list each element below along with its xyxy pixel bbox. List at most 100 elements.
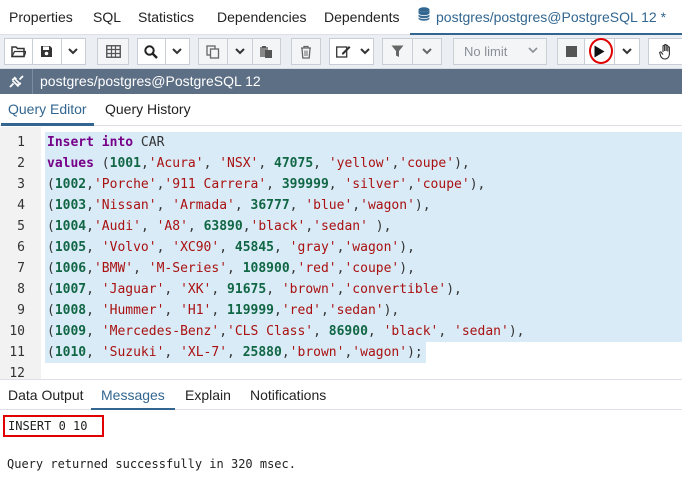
tab-statistics[interactable]: Statistics [138,0,194,35]
output-tab-bar: Data Output Messages Explain Notificatio… [0,379,682,411]
filter-button[interactable] [383,39,412,64]
edit-icon [336,46,351,58]
connection-bar: postgres/postgres@PostgreSQL 12 [0,69,682,94]
query-success-message: Query returned successfully in 320 msec. [7,457,296,471]
execute-button-group [557,38,640,65]
line-number: 3 [17,177,25,192]
stop-icon [565,46,577,57]
line-number: 4 [17,198,25,213]
line-number: 1 [17,135,25,150]
copy-icon [206,44,220,59]
editor-line[interactable]: 7 (1006,'BMW', 'M-Series', 108900,'red','… [0,258,682,279]
tab-data-output[interactable]: Data Output [8,380,84,410]
save-dropdown-button[interactable] [62,39,85,64]
row-limit-value: No limit [464,44,508,59]
code-text: (1010, 'Suzuki', 'XL-7', 25880,'brown','… [47,345,423,360]
code-text: (1008, 'Hummer', 'H1', 119999,'red','sed… [47,303,400,318]
chevron-down-icon [422,48,432,55]
tab-messages[interactable]: Messages [91,380,175,411]
editor-line[interactable]: 6 (1005, 'Volvo', 'XC90', 45845, 'gray','… [0,237,682,258]
code-text: (1006,'BMW', 'M-Series', 108900,'red','c… [47,261,415,276]
stop-button[interactable] [558,39,585,64]
execute-dropdown-button[interactable] [615,39,639,64]
chevron-down-icon [235,48,245,55]
chevron-down-icon [359,48,370,55]
editor-line[interactable]: 4 (1003,'Nissan', 'Armada', 36777, 'blue'… [0,195,682,216]
code-text: Insert into CAR [47,135,165,150]
line-number: 8 [17,282,25,297]
editor-line[interactable]: 1 Insert into CAR [0,132,682,153]
filter-icon [391,45,404,57]
editor-line[interactable]: 3 (1002,'Porche','911 Carrera', 399999, '… [0,174,682,195]
tab-properties[interactable]: Properties [9,0,73,35]
chevron-down-icon [622,48,632,55]
tab-notifications[interactable]: Notifications [250,380,326,410]
panel-tab-bar: Properties SQL Statistics Dependencies D… [0,0,682,36]
copy-dropdown-button[interactable] [228,39,251,64]
code-text: (1005, 'Volvo', 'XC90', 45845, 'gray','w… [47,240,415,255]
query-toolbar: No limit [0,35,682,69]
edit-dropdown-button[interactable] [357,39,373,64]
grid-button[interactable] [97,38,129,65]
save-button[interactable] [33,39,60,64]
macros-button[interactable] [648,38,682,65]
line-number: 9 [17,303,25,318]
code-text: (1003,'Nissan', 'Armada', 36777, 'blue',… [47,198,431,213]
open-file-icon [11,46,27,58]
filter-dropdown-button[interactable] [413,39,441,64]
copy-button[interactable] [199,39,227,64]
sql-editor[interactable]: 1 Insert into CAR 2 values (1001,'Acura', '… [0,127,682,381]
trash-icon [301,45,311,59]
tab-query-tool[interactable]: postgres/postgres@PostgreSQL 12 * [409,0,682,36]
play-icon [594,45,605,58]
chevron-down-icon [172,48,183,55]
code-text: values (1001,'Acura', 'NSX', 47075, 'yel… [47,156,470,171]
editor-line[interactable]: 2 values (1001,'Acura', 'NSX', 47075, 'ye… [0,153,682,174]
editor-line[interactable]: 10 (1009, 'Mercedes-Benz','CLS Class', 86… [0,321,682,342]
line-number: 10 [9,324,25,339]
find-button-group [137,38,190,65]
find-dropdown-button[interactable] [166,39,189,64]
tab-query-editor[interactable]: Query Editor [1,94,94,126]
open-file-button[interactable] [5,39,32,64]
clipboard-button-group [198,38,281,65]
database-icon [418,0,430,34]
messages-panel: INSERT 0 10 Query returned successfully … [0,410,682,492]
chevron-down-icon [528,47,538,54]
editor-tab-bar: Query Editor Query History [0,94,682,126]
paste-button[interactable] [253,39,280,64]
insert-result-message: INSERT 0 10 [3,415,104,437]
file-button-group [4,38,86,65]
search-icon [144,44,159,59]
row-limit-select[interactable]: No limit [453,38,547,65]
chevron-down-icon [68,48,79,55]
editor-line[interactable]: 9 (1008, 'Hummer', 'H1', 119999,'red','se… [0,300,682,321]
tab-query-tool-label: postgres/postgres@PostgreSQL 12 * [436,9,667,25]
filter-button-group [382,38,442,65]
editor-line[interactable]: 8 (1007, 'Jaguar', 'XK', 91675, 'brown','… [0,279,682,300]
tab-explain[interactable]: Explain [185,380,231,410]
editor-line[interactable]: 5 (1004,'Audi', 'A8', 63890,'black','seda… [0,216,682,237]
edit-button[interactable] [331,39,357,64]
line-number: 11 [9,345,25,360]
code-text: (1002,'Porche','911 Carrera', 399999, 's… [47,177,486,192]
save-icon [41,46,53,57]
tab-query-history[interactable]: Query History [105,94,191,125]
line-number: 6 [17,240,25,255]
line-number: 2 [17,156,25,171]
execute-button[interactable] [585,39,613,64]
grid-icon [105,45,121,58]
tab-sql[interactable]: SQL [93,0,121,35]
connection-label: postgres/postgres@PostgreSQL 12 [40,73,261,89]
edit-button-group [329,38,374,65]
tab-dependents[interactable]: Dependents [324,0,400,35]
find-button[interactable] [138,39,165,64]
plug-icon [8,75,24,88]
delete-button[interactable] [291,38,321,65]
line-number: 7 [17,261,25,276]
paste-icon [260,45,273,58]
tab-dependencies[interactable]: Dependencies [217,0,307,35]
editor-line[interactable]: 11 (1010, 'Suzuki', 'XL-7', 25880,'brown'… [0,342,682,363]
connection-status-button[interactable] [0,69,33,94]
code-text: (1004,'Audi', 'A8', 63890,'black','sedan… [47,219,392,234]
